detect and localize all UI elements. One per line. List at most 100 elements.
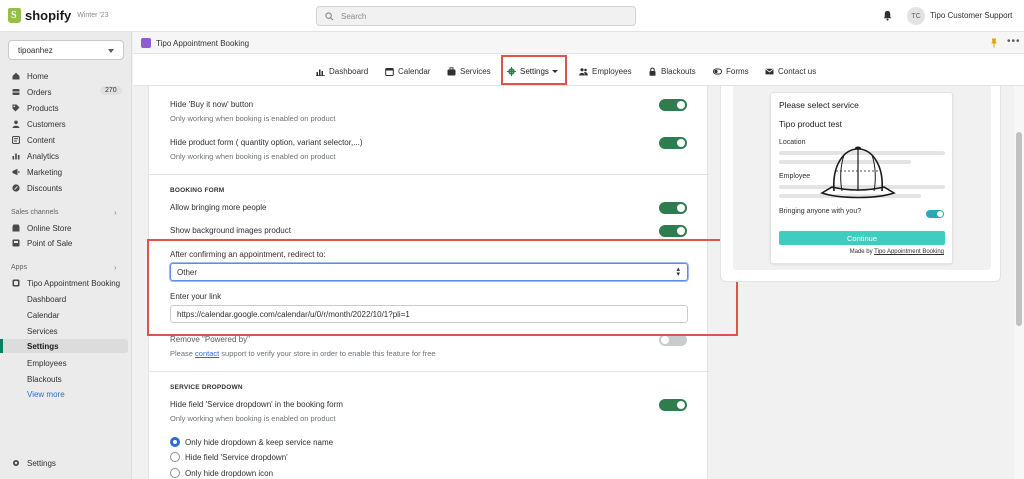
sidebar-item-label: Tipo Appointment Booking — [27, 278, 121, 288]
search-input[interactable]: Search — [316, 6, 636, 26]
show-bg-images-toggle[interactable] — [659, 225, 687, 237]
made-by-brand: Tipo Appointment Booking — [874, 249, 944, 255]
sales-channels-heading: Sales channels — [11, 209, 59, 216]
hide-product-form-toggle[interactable] — [659, 137, 687, 149]
radio-hide-field[interactable] — [170, 452, 180, 462]
more-actions-icon[interactable]: ••• — [1007, 36, 1021, 47]
hide-service-dropdown-toggle[interactable] — [659, 399, 687, 411]
sidebar-item-home[interactable]: Home — [12, 69, 48, 83]
allow-more-people-toggle[interactable] — [659, 202, 687, 214]
page-scrollbar-thumb[interactable] — [1016, 132, 1022, 326]
tab-services[interactable]: Services — [447, 66, 491, 76]
sidebar-item-label: Analytics — [27, 151, 60, 161]
sidebar-subitem-services[interactable]: Services — [27, 327, 58, 336]
radio-label: Hide field 'Service dropdown' — [185, 453, 288, 462]
radio-keep-service-name[interactable] — [170, 437, 180, 447]
tab-forms[interactable]: Forms — [713, 66, 749, 76]
active-item-highlight — [0, 339, 128, 353]
sidebar-item-point-of-sale[interactable]: Point of Sale — [12, 236, 72, 250]
toggle-icon — [713, 68, 722, 74]
sidebar-item-products[interactable]: Products — [12, 101, 59, 115]
person-icon — [12, 120, 20, 128]
radio-hide-icon[interactable] — [170, 468, 180, 478]
sidebar-item-label: Settings — [27, 458, 56, 468]
sidebar-item-tipo-app[interactable]: Tipo Appointment Booking — [12, 276, 120, 290]
sidebar-subitem-settings[interactable]: Settings — [27, 342, 59, 351]
sidebar-subitem-employees[interactable]: Employees — [27, 359, 67, 368]
preview-employee-label: Employee — [779, 173, 811, 180]
sidebar-item-label: Home — [27, 71, 49, 81]
hide-buy-now-help: Only working when booking is enabled on … — [170, 114, 336, 123]
sidebar-item-online-store[interactable]: Online Store — [12, 221, 71, 235]
preview-product: Tipo product test — [779, 119, 842, 129]
sidebar-item-content[interactable]: Content — [12, 133, 55, 147]
view-more-link[interactable]: View more — [27, 390, 65, 399]
settings-tab-highlight — [501, 55, 567, 85]
powered-by-help: Please contact support to verify your st… — [170, 349, 436, 358]
shopify-logo[interactable]: shopify Winter '23 — [8, 8, 109, 23]
hide-service-dropdown-help: Only working when booking is enabled on … — [170, 414, 336, 423]
sidebar-subitem-dashboard[interactable]: Dashboard — [27, 295, 66, 304]
sidebar-item-label: Marketing — [27, 167, 63, 177]
tab-label: Employees — [592, 66, 632, 76]
pin-icon[interactable] — [990, 38, 998, 48]
bar-chart-icon — [316, 69, 325, 76]
bell-icon[interactable] — [882, 10, 893, 21]
sidebar-item-analytics[interactable]: Analytics — [12, 149, 59, 163]
sidebar-item-label: Products — [27, 103, 59, 113]
hide-buy-now-toggle[interactable] — [659, 99, 687, 111]
tab-blackouts[interactable]: Blackouts — [648, 66, 696, 76]
sidebar-item-label: Content — [27, 135, 56, 145]
sidebar-item-marketing[interactable]: Marketing — [12, 165, 62, 179]
sidebar-item-orders[interactable]: Orders 270 — [12, 85, 124, 99]
sidebar-item-label: Discounts — [27, 183, 63, 193]
brand-name: shopify — [25, 8, 72, 23]
calendar-icon — [385, 67, 394, 76]
active-item-indicator — [0, 339, 3, 353]
sidebar-item-customers[interactable]: Customers — [12, 117, 66, 131]
sidebar: tipoanhez Home Orders 270 Products Custo… — [0, 32, 132, 479]
tag-icon — [12, 104, 20, 112]
preview-continue-button: Continue — [779, 231, 945, 245]
sidebar-subitem-blackouts[interactable]: Blackouts — [27, 375, 62, 384]
marketing-icon — [12, 168, 20, 176]
tab-dashboard[interactable]: Dashboard — [316, 66, 368, 76]
sidebar-item-settings[interactable]: Settings — [12, 456, 56, 470]
tab-contact-us[interactable]: Contact us — [765, 66, 816, 76]
tab-calendar[interactable]: Calendar — [385, 66, 430, 76]
service-dropdown-heading: SERVICE DROPDOWN — [170, 384, 243, 391]
app-nav: Dashboard Calendar Services Settings Emp… — [133, 54, 1024, 86]
tab-label: Services — [460, 66, 491, 76]
preview-location-label: Location — [779, 139, 806, 146]
preview-bringing-toggle — [926, 210, 944, 218]
app-header: Tipo Appointment Booking ••• — [133, 32, 1024, 54]
store-selector[interactable]: tipoanhez — [8, 40, 124, 60]
tab-label: Contact us — [778, 66, 817, 76]
chevron-right-icon[interactable]: › — [114, 208, 117, 217]
edition-label: Winter '23 — [77, 12, 109, 19]
radio-label: Only hide dropdown & keep service name — [185, 438, 334, 447]
gear-icon — [13, 460, 19, 466]
help-text: support to verify your store in order to… — [219, 349, 436, 358]
sidebar-subitem-calendar[interactable]: Calendar — [27, 311, 59, 320]
contact-link[interactable]: contact — [195, 349, 219, 358]
content-icon — [12, 136, 20, 144]
sidebar-item-discounts[interactable]: Discounts — [12, 181, 62, 195]
hide-product-form-help: Only working when booking is enabled on … — [170, 152, 336, 161]
discount-icon — [12, 184, 20, 192]
avatar[interactable]: TC — [907, 7, 925, 25]
sidebar-item-label: Point of Sale — [27, 238, 73, 248]
section-divider — [149, 371, 709, 372]
app-icon — [12, 279, 20, 287]
cap-illustration — [820, 146, 896, 199]
tab-employees[interactable]: Employees — [579, 66, 632, 76]
allow-more-people-label: Allow bringing more people — [170, 203, 267, 212]
pos-icon — [12, 239, 20, 247]
sidebar-item-label: Online Store — [27, 223, 72, 233]
user-name[interactable]: Tipo Customer Support — [930, 11, 1012, 20]
section-divider — [149, 174, 709, 175]
hide-buy-now-label: Hide 'Buy it now' button — [170, 100, 254, 109]
tab-label: Calendar — [398, 66, 431, 76]
chevron-right-icon[interactable]: › — [114, 263, 117, 272]
top-bar: shopify Winter '23 Search TC Tipo Custom… — [0, 0, 1024, 32]
